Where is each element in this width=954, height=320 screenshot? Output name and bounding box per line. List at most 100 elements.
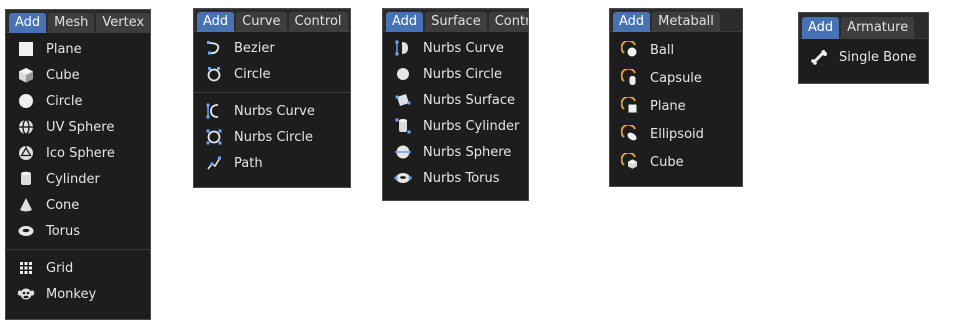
menu-item-nurbs-torus[interactable]: Nurbs Torus bbox=[383, 165, 528, 191]
surface-patch-icon bbox=[393, 90, 413, 110]
menu-item-label: Plane bbox=[650, 98, 686, 114]
torus-icon bbox=[16, 221, 36, 241]
menu-item-ellipsoid[interactable]: Ellipsoid bbox=[610, 120, 742, 148]
menu-item-label: Nurbs Surface bbox=[423, 92, 515, 108]
armature-menu-tabs: Add Armature bbox=[799, 13, 928, 39]
tab-add[interactable]: Add bbox=[802, 17, 840, 39]
menu-item-label: UV Sphere bbox=[46, 119, 115, 135]
menu-item-cube[interactable]: Cube bbox=[610, 148, 742, 176]
curve-menu-tabs: Add Curve Control bbox=[194, 9, 350, 32]
menu-item-torus[interactable]: Torus bbox=[6, 218, 150, 244]
menu-item-label: Capsule bbox=[650, 70, 702, 86]
menu-item-label: Nurbs Curve bbox=[423, 40, 504, 56]
menu-item-circle[interactable]: Circle bbox=[6, 88, 150, 114]
path-icon bbox=[204, 153, 224, 173]
menu-item-capsule[interactable]: Capsule bbox=[610, 64, 742, 92]
cone-icon bbox=[16, 195, 36, 215]
monkey-icon bbox=[16, 284, 36, 304]
tab-armature[interactable]: Armature bbox=[841, 17, 915, 39]
menu-item-circle[interactable]: Circle bbox=[194, 61, 350, 87]
menu-item-nurbs-curve[interactable]: Nurbs Curve bbox=[383, 35, 528, 61]
tab-control-points[interactable]: Control P bbox=[488, 12, 528, 32]
menu-item-path[interactable]: Path bbox=[194, 150, 350, 176]
menu-item-label: Cube bbox=[46, 67, 80, 83]
menu-item-label: Ball bbox=[650, 42, 675, 58]
cylinder-icon bbox=[16, 169, 36, 189]
metaball-add-menu: Add Metaball Ball Capsule Plane Ellipsoi… bbox=[609, 8, 743, 187]
surface-torus-icon bbox=[393, 168, 413, 188]
surface-circle-icon bbox=[393, 64, 413, 84]
meta-capsule-icon bbox=[620, 68, 640, 88]
grid-icon bbox=[16, 258, 36, 278]
menu-item-label: Ico Sphere bbox=[46, 145, 115, 161]
menu-item-label: Single Bone bbox=[839, 49, 917, 65]
menu-item-label: Nurbs Sphere bbox=[423, 144, 512, 160]
tab-control[interactable]: Control bbox=[288, 12, 348, 32]
menu-item-label: Nurbs Torus bbox=[423, 170, 500, 186]
menu-item-label: Cube bbox=[650, 154, 684, 170]
curve-circle-icon bbox=[204, 64, 224, 84]
menu-item-label: Ellipsoid bbox=[650, 126, 704, 142]
menu-item-label: Monkey bbox=[46, 286, 97, 302]
bone-icon bbox=[809, 47, 829, 67]
menu-item-nurbs-surface[interactable]: Nurbs Surface bbox=[383, 87, 528, 113]
metaball-menu-tabs: Add Metaball bbox=[610, 9, 742, 32]
menu-item-label: Nurbs Circle bbox=[423, 66, 502, 82]
menu-item-monkey[interactable]: Monkey bbox=[6, 281, 150, 307]
menu-item-ico-sphere[interactable]: Ico Sphere bbox=[6, 140, 150, 166]
menu-item-label: Torus bbox=[46, 223, 81, 239]
menu-item-single-bone[interactable]: Single Bone bbox=[799, 44, 928, 70]
tab-curve[interactable]: Curve bbox=[236, 12, 287, 32]
menu-item-bezier[interactable]: Bezier bbox=[194, 35, 350, 61]
menu-item-cone[interactable]: Cone bbox=[6, 192, 150, 218]
tab-mesh[interactable]: Mesh bbox=[48, 13, 95, 33]
menu-item-label: Circle bbox=[234, 66, 271, 82]
armature-add-menu: Add Armature Single Bone bbox=[798, 12, 929, 84]
menu-item-cylinder[interactable]: Cylinder bbox=[6, 166, 150, 192]
surface-menu-tabs: Add Surface Control P bbox=[383, 9, 528, 32]
menu-separator bbox=[6, 249, 150, 250]
menu-item-uv-sphere[interactable]: UV Sphere bbox=[6, 114, 150, 140]
menu-item-label: Grid bbox=[46, 260, 74, 276]
menu-item-plane[interactable]: Plane bbox=[6, 36, 150, 62]
menu-item-nurbs-circle[interactable]: Nurbs Circle bbox=[383, 61, 528, 87]
uv-sphere-icon bbox=[16, 117, 36, 137]
surface-curve-icon bbox=[393, 38, 413, 58]
tab-add[interactable]: Add bbox=[9, 13, 47, 33]
menu-item-plane[interactable]: Plane bbox=[610, 92, 742, 120]
menu-item-label: Cone bbox=[46, 197, 80, 213]
curve-add-menu: Add Curve Control Bezier Circle Nurbs Cu… bbox=[193, 8, 351, 188]
menu-item-nurbs-circle[interactable]: Nurbs Circle bbox=[194, 124, 350, 150]
ico-sphere-icon bbox=[16, 143, 36, 163]
menu-item-label: Path bbox=[234, 155, 263, 171]
menu-item-ball[interactable]: Ball bbox=[610, 36, 742, 64]
plane-icon bbox=[16, 39, 36, 59]
nurbs-curve-icon bbox=[204, 101, 224, 121]
menu-item-label: Nurbs Curve bbox=[234, 103, 315, 119]
menu-item-cube[interactable]: Cube bbox=[6, 62, 150, 88]
tab-metaball[interactable]: Metaball bbox=[652, 12, 720, 32]
circle-icon bbox=[16, 91, 36, 111]
tab-surface[interactable]: Surface bbox=[425, 12, 487, 32]
meta-ellipsoid-icon bbox=[620, 124, 640, 144]
menu-item-label: Plane bbox=[46, 41, 82, 57]
tab-add[interactable]: Add bbox=[197, 12, 235, 32]
mesh-add-menu: Add Mesh Vertex Plane Cube Circle UV Sph… bbox=[5, 9, 151, 320]
menu-item-nurbs-sphere[interactable]: Nurbs Sphere bbox=[383, 139, 528, 165]
bezier-icon bbox=[204, 38, 224, 58]
menu-item-nurbs-cylinder[interactable]: Nurbs Cylinder bbox=[383, 113, 528, 139]
tab-vertex[interactable]: Vertex bbox=[96, 13, 150, 33]
surface-add-menu: Add Surface Control P Nurbs Curve Nurbs … bbox=[382, 8, 529, 201]
nurbs-circle-icon bbox=[204, 127, 224, 147]
menu-item-label: Nurbs Cylinder bbox=[423, 118, 520, 134]
surface-cylinder-icon bbox=[393, 116, 413, 136]
meta-ball-icon bbox=[620, 40, 640, 60]
meta-plane-icon bbox=[620, 96, 640, 116]
menu-item-label: Cylinder bbox=[46, 171, 100, 187]
menu-item-label: Bezier bbox=[234, 40, 275, 56]
menu-item-nurbs-curve[interactable]: Nurbs Curve bbox=[194, 98, 350, 124]
tab-add[interactable]: Add bbox=[386, 12, 424, 32]
menu-item-grid[interactable]: Grid bbox=[6, 255, 150, 281]
meta-cube-icon bbox=[620, 152, 640, 172]
tab-add[interactable]: Add bbox=[613, 12, 651, 32]
